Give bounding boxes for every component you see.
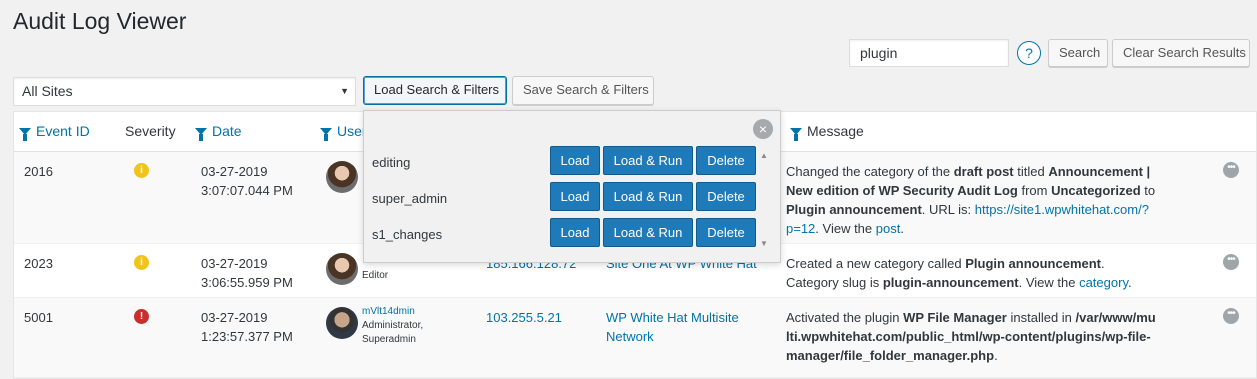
user-name-link[interactable]: mVlt14dmin xyxy=(362,305,423,319)
page-title: Audit Log Viewer xyxy=(13,8,187,34)
source-ip-link[interactable]: 103.255.5.21 xyxy=(486,308,562,327)
event-message: Changed the category of the draft post t… xyxy=(786,164,1156,236)
close-icon[interactable]: × xyxy=(753,119,773,139)
filter-icon[interactable] xyxy=(195,128,207,141)
filter-icon[interactable] xyxy=(790,128,802,141)
delete-button[interactable]: Delete xyxy=(696,182,756,211)
saved-filter-name: super_admin xyxy=(372,191,448,206)
view-category-link[interactable]: category xyxy=(1079,275,1128,290)
site-link[interactable]: WP White Hat Multisite Network xyxy=(606,308,756,346)
more-options-icon[interactable]: ••• xyxy=(1223,308,1239,324)
event-id: 2023 xyxy=(24,256,53,271)
more-options-icon[interactable]: ••• xyxy=(1223,254,1239,270)
view-post-link[interactable]: post xyxy=(876,221,901,236)
event-message: Activated the plugin WP File Manager ins… xyxy=(786,310,1156,363)
column-date[interactable]: Date xyxy=(195,123,242,141)
load-button[interactable]: Load xyxy=(550,218,600,247)
more-options-icon[interactable]: ••• xyxy=(1223,162,1239,178)
avatar xyxy=(326,253,358,285)
column-severity: Severity xyxy=(125,123,176,139)
saved-filter-item: super_admin Load Load & Run Delete xyxy=(364,182,764,214)
user-role: Administrator, xyxy=(362,320,424,331)
site-select-value: All Sites xyxy=(22,83,73,99)
saved-filter-name: editing xyxy=(372,155,411,170)
column-user[interactable]: User xyxy=(320,123,367,141)
load-button[interactable]: Load xyxy=(550,146,600,175)
avatar xyxy=(326,307,358,339)
table-row: 5001 ! 03-27-2019 1:23:57.377 PM mVlt14dm… xyxy=(14,298,1256,378)
load-and-run-button[interactable]: Load & Run xyxy=(603,146,693,175)
column-event-id[interactable]: Event ID xyxy=(19,123,90,141)
chevron-down-icon: ▼ xyxy=(340,86,349,96)
delete-button[interactable]: Delete xyxy=(696,218,756,247)
help-icon[interactable]: ? xyxy=(1017,41,1041,65)
event-id: 5001 xyxy=(24,310,53,325)
user-role: Editor xyxy=(362,270,389,281)
load-button[interactable]: Load xyxy=(550,182,600,211)
search-input[interactable] xyxy=(849,39,1009,67)
clear-search-results-button[interactable]: Clear Search Results xyxy=(1112,39,1250,67)
event-id: 2016 xyxy=(24,164,53,179)
filter-icon[interactable] xyxy=(320,128,332,141)
filter-icon[interactable] xyxy=(19,128,31,141)
load-and-run-button[interactable]: Load & Run xyxy=(603,182,693,211)
site-select[interactable]: All Sites ▼ xyxy=(13,77,356,106)
event-date: 03-27-2019 3:06:55.959 PM xyxy=(201,256,293,290)
saved-filter-name: s1_changes xyxy=(372,227,443,242)
event-date: 03-27-2019 1:23:57.377 PM xyxy=(201,310,293,344)
user-info: mVlt14dmin Administrator, Superadmin xyxy=(362,305,423,347)
search-button[interactable]: Search xyxy=(1048,39,1108,67)
load-and-run-button[interactable]: Load & Run xyxy=(603,218,693,247)
delete-button[interactable]: Delete xyxy=(696,146,756,175)
scroll-down-arrow[interactable]: ▼ xyxy=(760,239,768,248)
column-message: Message xyxy=(790,123,864,141)
info-severity-icon: i xyxy=(134,255,149,270)
info-severity-icon: i xyxy=(134,163,149,178)
save-search-filters-button[interactable]: Save Search & Filters xyxy=(512,76,654,105)
saved-filters-popup: × ▲ editing Load Load & Run Delete super… xyxy=(363,110,781,263)
saved-filter-item: editing Load Load & Run Delete xyxy=(364,146,764,178)
load-search-filters-button[interactable]: Load Search & Filters xyxy=(363,76,507,105)
critical-severity-icon: ! xyxy=(134,309,149,324)
user-role-secondary: Superadmin xyxy=(362,334,416,345)
avatar xyxy=(326,161,358,193)
saved-filter-item: s1_changes Load Load & Run Delete xyxy=(364,218,764,250)
event-message: Created a new category called Plugin ann… xyxy=(786,256,1132,290)
event-date: 03-27-2019 3:07:07.044 PM xyxy=(201,164,293,198)
